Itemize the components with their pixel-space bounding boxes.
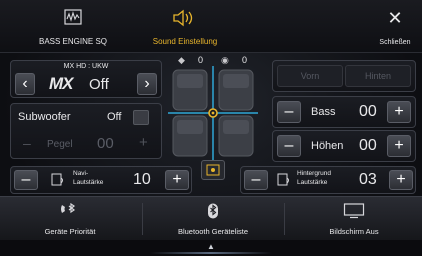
plus-icon: + <box>396 171 406 188</box>
subwoofer-label: Subwoofer <box>18 111 71 123</box>
center-balance-button[interactable] <box>201 160 225 180</box>
tab-bass-engine-sq[interactable]: BASS ENGINE SQ <box>18 0 128 52</box>
source-band: MX HD : UKW <box>63 63 109 70</box>
navi-minus-button[interactable]: – <box>14 170 38 190</box>
fader-panel: Vorn Hinten <box>272 60 416 92</box>
close-icon: ✕ <box>387 8 403 28</box>
bottom-handle[interactable]: ▲ <box>0 240 422 256</box>
phone-bluetooth-icon <box>61 203 76 214</box>
background-label-line1: Hintergrund <box>297 170 331 177</box>
treble-plus-button[interactable]: + <box>387 135 411 157</box>
balance-map[interactable] <box>168 66 258 160</box>
speaker-icon <box>173 9 193 27</box>
navi-volume-value: 10 <box>133 171 151 188</box>
bass-control: – Bass 00 + <box>272 96 416 128</box>
target-center-icon <box>206 164 220 176</box>
fader-rear-button[interactable]: Hinten <box>345 65 411 87</box>
minus-icon: – <box>284 103 294 120</box>
waveform-icon <box>64 9 82 25</box>
background-label-line2: Lautstärke <box>297 179 328 186</box>
pegel-label: Pegel <box>47 139 73 150</box>
chevron-right-icon: › <box>144 75 150 92</box>
device-priority-label: Geräte Priorität <box>44 227 96 236</box>
background-volume-value: 03 <box>359 171 377 188</box>
bottom-bar: Geräte Priorität Bluetooth Geräteliste B… <box>0 196 422 241</box>
tab-sound-settings[interactable]: Sound Einstellung <box>130 0 240 52</box>
bass-label: Bass <box>311 106 336 118</box>
plus-icon: + <box>394 137 404 154</box>
bluetooth-device-list-button[interactable]: Bluetooth Geräteliste <box>144 197 282 241</box>
divider <box>142 203 143 235</box>
navi-voice-icon <box>51 173 63 186</box>
left-right-icon: ◉ <box>221 55 229 65</box>
source-next-button[interactable]: › <box>137 73 157 95</box>
monitor-icon <box>343 203 365 219</box>
tab-sound-settings-label: Sound Einstellung <box>152 37 218 46</box>
pegel-plus-button[interactable]: + <box>139 134 148 151</box>
bass-plus-button[interactable]: + <box>387 101 411 123</box>
close-button[interactable]: ✕ Schließen <box>368 0 422 52</box>
pegel-value: 00 <box>97 135 114 152</box>
background-volume-control: – Hintergrund Lautstärke 03 + <box>240 166 416 194</box>
background-plus-button[interactable]: + <box>389 170 413 190</box>
subwoofer-state: Off <box>107 111 122 123</box>
navi-plus-button[interactable]: + <box>165 170 189 190</box>
background-audio-icon <box>277 173 289 186</box>
car-seats-graphic <box>168 66 258 160</box>
minus-icon: – <box>284 137 294 154</box>
navi-label-line1: Navi- <box>73 170 89 177</box>
minus-icon: – <box>21 171 31 188</box>
background-minus-button[interactable]: – <box>244 170 268 190</box>
tab-bass-engine-sq-label: BASS ENGINE SQ <box>38 37 108 46</box>
treble-minus-button[interactable]: – <box>277 135 301 157</box>
screen-off-button[interactable]: Bildschirm Aus <box>286 197 422 241</box>
top-bar: BASS ENGINE SQ Sound Einstellung ✕ Schli… <box>0 0 422 53</box>
subwoofer-panel: Subwoofer Off – Pegel 00 + <box>10 103 162 159</box>
device-priority-button[interactable]: Geräte Priorität <box>0 197 140 241</box>
navi-volume-control: – Navi- Lautstärke 10 + <box>10 166 192 194</box>
source-panel: MX HD : UKW ‹ MX Off › <box>10 60 162 98</box>
subwoofer-toggle[interactable] <box>133 110 149 125</box>
fader-front-label: Vorn <box>300 71 320 81</box>
navi-label-line2: Lautstärke <box>73 179 104 186</box>
screen-off-label: Bildschirm Aus <box>329 227 379 236</box>
sound-settings-screen: BASS ENGINE SQ Sound Einstellung ✕ Schli… <box>0 0 422 256</box>
source-prev-button[interactable]: ‹ <box>15 73 35 95</box>
minus-icon: – <box>251 171 261 188</box>
plus-icon: + <box>394 103 404 120</box>
bluetooth-device-list-label: Bluetooth Geräteliste <box>177 227 249 236</box>
front-rear-icon: ◆ <box>178 55 185 65</box>
treble-label: Höhen <box>311 140 344 152</box>
bass-value: 00 <box>359 103 377 120</box>
pegel-minus-button[interactable]: – <box>23 135 31 151</box>
front-rear-value: 0 <box>198 55 204 65</box>
chevron-up-icon: ▲ <box>207 242 215 251</box>
source-state: Off <box>89 76 109 93</box>
handle-glow <box>150 252 272 254</box>
left-right-value: 0 <box>242 55 248 65</box>
fader-front-button[interactable]: Vorn <box>277 65 343 87</box>
chevron-left-icon: ‹ <box>22 75 28 92</box>
plus-icon: + <box>172 171 182 188</box>
treble-value: 00 <box>359 137 377 154</box>
mx-logo: MX <box>49 74 73 93</box>
fader-rear-label: Hinten <box>364 71 391 81</box>
divider <box>284 203 285 235</box>
bluetooth-icon <box>208 203 218 219</box>
treble-control: – Höhen 00 + <box>272 130 416 162</box>
bass-minus-button[interactable]: – <box>277 101 301 123</box>
close-label: Schließen <box>379 39 411 46</box>
